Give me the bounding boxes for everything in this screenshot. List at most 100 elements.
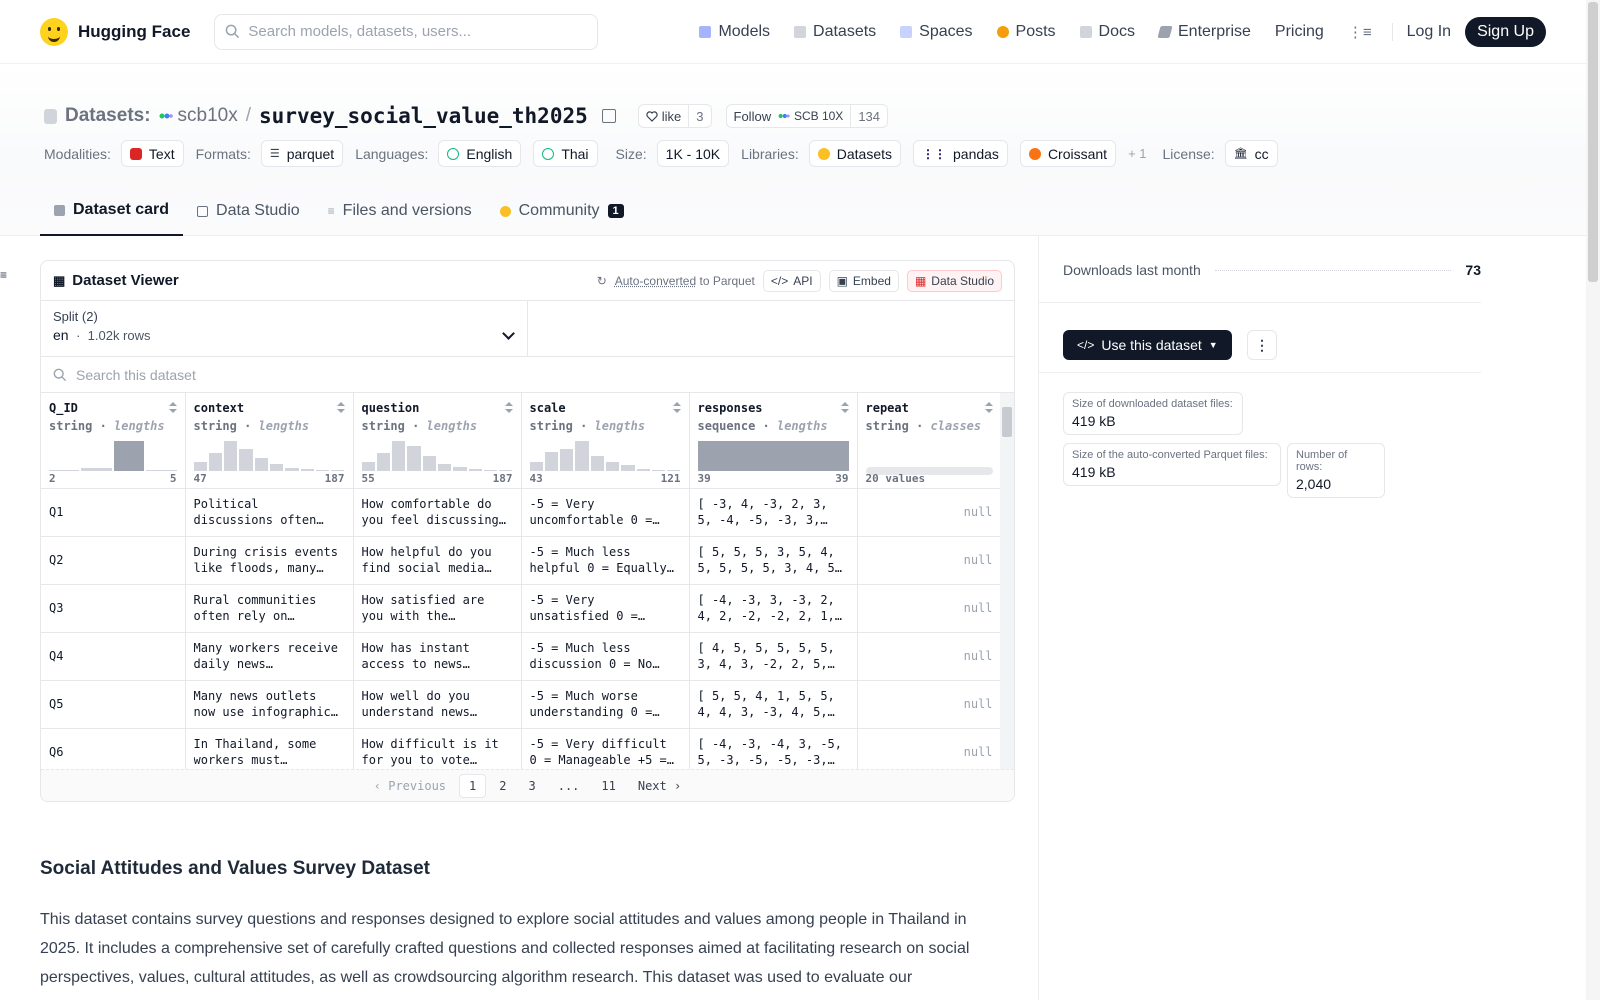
histogram-bar[interactable] [224,441,238,471]
signup-button[interactable]: Sign Up [1465,16,1546,47]
next-page-button[interactable]: Next › [629,775,690,797]
table-row[interactable]: Q5 Many news outlets now use infographics… [41,680,1002,729]
cell-scale[interactable]: -5 = Very unsatisfied 0 = Neutral +5 = V… [521,584,690,633]
cell-repeat[interactable]: null [857,728,1002,769]
more-options-icon[interactable]: ⋮ [1247,330,1277,360]
histogram-bar[interactable] [208,453,223,471]
sort-icon[interactable] [840,402,849,414]
histogram-bar[interactable] [193,462,207,471]
histogram-bar[interactable] [529,462,543,471]
language-tag-thai[interactable]: Thai [533,140,598,167]
table-row[interactable]: Q1 Political discussions often happen at … [41,488,1002,537]
nav-pricing[interactable]: Pricing [1263,23,1336,41]
library-tag-datasets[interactable]: Datasets [808,140,901,167]
cell-question[interactable]: How difficult is it for you to vote when… [353,728,522,769]
section-label[interactable]: Datasets: [65,105,151,127]
cell-q[interactable]: Q2 [41,536,186,585]
cell-responses[interactable]: [ -4, -3, -4, 3, -5, 5, -3, -5, -5, -3, … [689,728,858,769]
tab-files-and-versions[interactable]: ≡ Files and versions [314,186,486,236]
page-11-button[interactable]: 11 [592,775,624,797]
sort-icon[interactable] [504,402,513,414]
cell-context[interactable]: Political discussions often happen at fa… [185,488,354,537]
histogram-bar[interactable] [544,451,559,471]
cell-responses[interactable]: [ 5, 5, 4, 1, 5, 5, 4, 4, 3, -3, 4, 5, 3… [689,680,858,729]
license-tag[interactable]: 🏛 cc [1224,140,1278,167]
histogram-bar[interactable] [376,453,391,471]
use-dataset-button[interactable]: </> Use this dataset ▼ [1063,330,1232,360]
login-button[interactable]: Log In [1391,22,1465,41]
grid-scrollbar-thumb[interactable] [1002,407,1012,437]
split-select[interactable]: Split (2) en · 1.02k rows [41,301,528,356]
cell-scale[interactable]: -5 = Much less discussion 0 = No change.… [521,632,690,681]
nav-enterprise[interactable]: Enterprise [1147,23,1263,41]
table-row[interactable]: Q2 During crisis events like floods, many… [41,536,1002,585]
column-header-scale[interactable]: scale string · lengths 43 121 [521,393,690,489]
copy-icon[interactable] [601,109,616,123]
histogram-bar[interactable] [575,441,589,471]
more-menu-icon[interactable]: ⋮≡ [1336,23,1384,41]
sort-icon[interactable] [168,402,177,414]
histogram-bar[interactable] [697,441,849,471]
histogram-bar[interactable] [590,456,604,471]
cell-q[interactable]: Q6 [41,728,186,769]
nav-spaces[interactable]: Spaces [888,23,984,41]
format-tag-parquet[interactable]: ☰ parquet [260,140,344,167]
cell-repeat[interactable]: null [857,680,1002,729]
cell-context[interactable]: Many workers receive daily news updates.… [185,632,354,681]
sort-icon[interactable] [984,402,993,414]
table-row[interactable]: Q6 In Thailand, some workers must travel.… [41,728,1002,769]
histogram-bar[interactable] [621,465,635,471]
cell-q[interactable]: Q3 [41,584,186,633]
histogram-bar[interactable] [407,445,421,471]
cell-question[interactable]: How well do you understand news when... [353,680,522,729]
histogram-bar[interactable] [605,462,620,471]
cell-responses[interactable]: [ 4, 5, 5, 5, 5, 5, 3, 4, 3, -2, 2, 5, 3… [689,632,858,681]
dataset-name[interactable]: survey_social_value_th2025 [259,104,588,128]
cell-responses[interactable]: [ 5, 5, 5, 3, 5, 4, 5, 5, 5, 5, 3, 4, 5,… [689,536,858,585]
column-header-repeat[interactable]: repeat string · classes 20 values [857,393,1002,489]
histogram-bar[interactable] [361,462,375,471]
size-tag[interactable]: 1K - 10K [656,140,730,167]
nav-datasets[interactable]: Datasets [782,23,888,41]
cell-repeat[interactable]: null [857,536,1002,585]
histogram-bar[interactable] [269,463,284,471]
page-2-button[interactable]: 2 [490,775,515,797]
sort-icon[interactable] [336,402,345,414]
table-row[interactable]: Q3 Rural communities often rely on local.… [41,584,1002,633]
column-header-q-id[interactable]: Q_ID string · lengths 2 5 [41,393,186,489]
table-row[interactable]: Q4 Many workers receive daily news update… [41,632,1002,681]
cell-context[interactable]: Many news outlets now use infographics a… [185,680,354,729]
api-button[interactable]: </> API [762,269,821,292]
cell-q[interactable]: Q5 [41,680,186,729]
cell-scale[interactable]: -5 = Very difficult 0 = Manageable +5 = … [521,728,690,769]
brand[interactable]: Hugging Face [40,17,190,46]
data-studio-button[interactable]: ▦ Data Studio [906,269,1002,292]
cell-scale[interactable]: -5 = Very uncomfortable 0 = Neutral... [521,488,690,537]
previous-page-button[interactable]: ‹ Previous [365,775,455,797]
global-search-input[interactable]: Search models, datasets, users... [214,13,599,50]
cell-responses[interactable]: [ -4, -3, 3, -3, 2, 4, 2, -2, -2, 2, 1, … [689,584,858,633]
column-header-question[interactable]: question string · lengths 55 187 [353,393,522,489]
cell-repeat[interactable]: null [857,632,1002,681]
cell-question[interactable]: How satisfied are you with the healthcar… [353,584,522,633]
page-1-button[interactable]: 1 [459,774,487,798]
cell-repeat[interactable]: null [857,488,1002,537]
nav-posts[interactable]: Posts [985,23,1068,41]
sort-icon[interactable] [672,402,681,414]
tab-data-studio[interactable]: Data Studio [183,186,314,236]
page-3-button[interactable]: 3 [519,775,544,797]
toc-toggle-icon[interactable]: ≡ [0,268,7,282]
column-header-responses[interactable]: responses sequence · lengths 39 39 [689,393,858,489]
cell-question[interactable]: How comfortable do you feel discussing p… [353,488,522,537]
grid-scrollbar[interactable] [1000,393,1014,769]
cell-scale[interactable]: -5 = Much worse understanding 0 = No... [521,680,690,729]
tab-community[interactable]: Community 1 [486,186,638,236]
library-tag-pandas[interactable]: ⋮⋮ pandas [913,140,1008,167]
nav-docs[interactable]: Docs [1068,23,1147,41]
cell-context[interactable]: Rural communities often rely on local... [185,584,354,633]
more-libraries[interactable]: + 1 [1128,146,1146,161]
library-tag-croissant[interactable]: Croissant [1019,140,1117,167]
cell-context[interactable]: During crisis events like floods, many p… [185,536,354,585]
page-scrollbar-thumb[interactable] [1588,2,1598,282]
cell-scale[interactable]: -5 = Much less helpful 0 = Equally helpf… [521,536,690,585]
